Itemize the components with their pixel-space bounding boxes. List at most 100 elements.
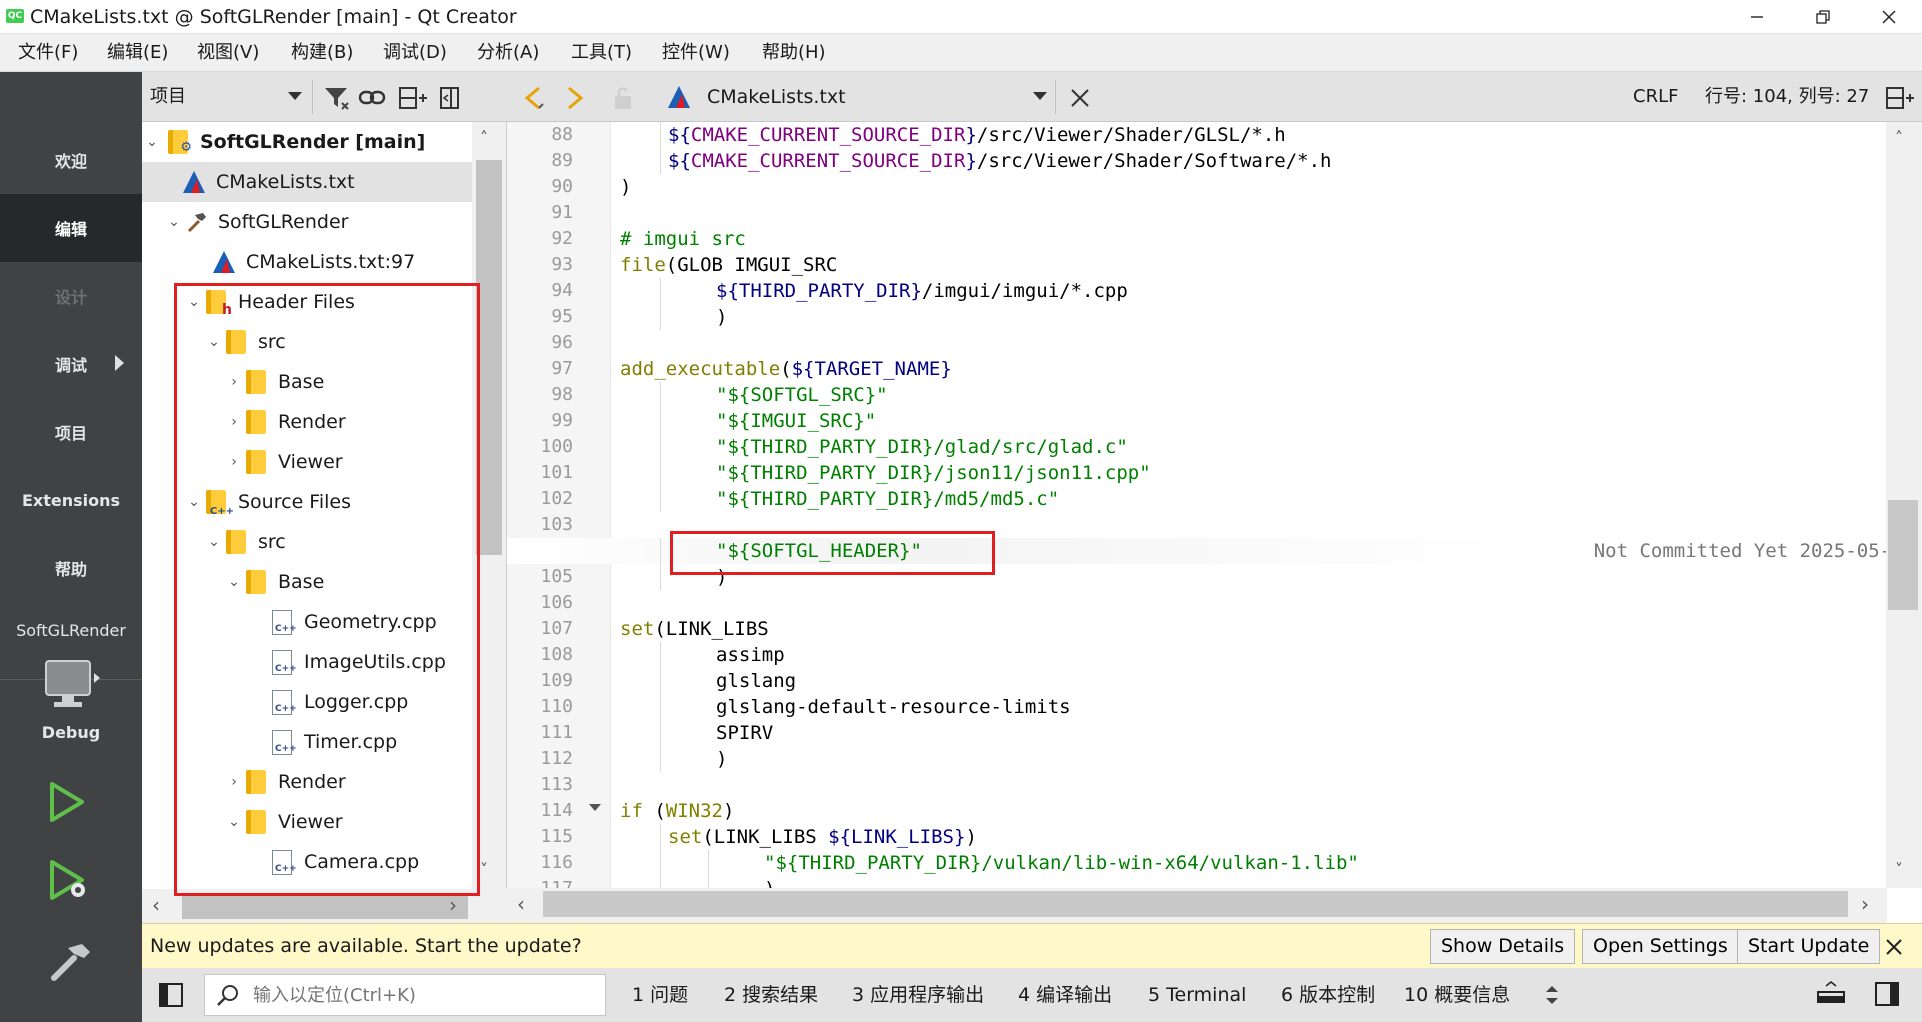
menu-tools[interactable]: 工具(T) (571, 34, 632, 72)
code-line[interactable]: "${IMGUI_SRC}" (507, 408, 1922, 434)
toggle-right-sidebar-icon[interactable] (1874, 981, 1902, 1009)
code-line[interactable]: "${SOFTGL_SRC}" (507, 382, 1922, 408)
close-icon[interactable] (1885, 938, 1903, 956)
tree-hscroll-thumb[interactable] (182, 893, 468, 919)
scroll-down-icon[interactable]: ˅ (480, 860, 488, 879)
scroll-right-icon[interactable]: › (1861, 892, 1869, 916)
close-document-icon[interactable] (1069, 87, 1091, 109)
code-line[interactable]: "${THIRD_PARTY_DIR}/md5/md5.c" (507, 486, 1922, 512)
lock-icon[interactable] (611, 85, 635, 111)
code-line[interactable]: glslang-default-resource-limits (507, 694, 1922, 720)
menu-build[interactable]: 构建(B) (291, 34, 353, 72)
tree-item-softglrender-target[interactable]: ⌄ SoftGLRender (142, 202, 472, 242)
start-update-button[interactable]: Start Update (1737, 929, 1881, 964)
code-line[interactable]: ${CMAKE_CURRENT_SOURCE_DIR}/src/Viewer/S… (507, 122, 1922, 148)
progress-details-icon[interactable] (1816, 980, 1846, 1010)
fold-marker-icon[interactable] (589, 804, 601, 811)
code-line[interactable]: ${THIRD_PARTY_DIR}/imgui/imgui/*.cpp (507, 278, 1922, 304)
current-file-selector[interactable]: CMakeLists.txt (707, 72, 846, 122)
mode-help[interactable]: 帮助 (0, 534, 142, 602)
tree-item-cmakelists[interactable]: CMakeLists.txt (142, 162, 472, 202)
menu-help[interactable]: 帮助(H) (762, 34, 826, 72)
pane-terminal[interactable]: 5 Terminal (1148, 968, 1246, 1022)
code-line[interactable]: add_executable(${TARGET_NAME} (507, 356, 1922, 382)
scroll-left-icon[interactable]: ‹ (517, 892, 525, 916)
code-line[interactable]: set(LINK_LIBS ${LINK_LIBS}) (507, 824, 1922, 850)
mode-projects[interactable]: 项目 (0, 398, 142, 466)
pane-version-control[interactable]: 6 版本控制 (1281, 968, 1375, 1022)
menu-edit[interactable]: 编辑(E) (107, 34, 168, 72)
forward-arrow-icon[interactable] (563, 84, 589, 112)
chevron-down-icon[interactable] (1033, 92, 1047, 100)
code-line[interactable]: if (WIN32) (507, 798, 1922, 824)
up-down-arrows-icon[interactable] (1542, 982, 1562, 1008)
menu-debug[interactable]: 调试(D) (383, 34, 447, 72)
chevron-down-icon[interactable]: ⌄ (142, 132, 162, 152)
locator-field[interactable] (204, 974, 606, 1016)
code-line[interactable]: ) (507, 304, 1922, 330)
cursor-position[interactable]: 行号: 104, 列号: 27 (1705, 72, 1869, 122)
code-line[interactable]: ) (507, 876, 1922, 888)
locator-input[interactable] (253, 975, 593, 1015)
code-line[interactable]: glslang (507, 668, 1922, 694)
code-line[interactable]: file(GLOB IMGUI_SRC (507, 252, 1922, 278)
mode-extensions[interactable]: Extensions (0, 466, 142, 534)
code-line[interactable]: SPIRV (507, 720, 1922, 746)
mode-welcome[interactable]: 欢迎 (0, 126, 142, 194)
mode-edit[interactable]: 编辑 (0, 194, 142, 262)
editor-scroll-thumb[interactable] (1888, 500, 1918, 610)
close-sidebar-icon[interactable] (438, 85, 462, 111)
close-window-button[interactable] (1856, 0, 1922, 34)
indent-guide (660, 486, 661, 512)
link-icon[interactable] (358, 86, 388, 110)
editor-hscroll-thumb[interactable] (543, 891, 1848, 917)
menu-file[interactable]: 文件(F) (18, 34, 78, 72)
toggle-sidebar-icon[interactable] (158, 982, 184, 1008)
pane-compile-output[interactable]: 4 编译输出 (1018, 968, 1112, 1022)
scroll-up-icon[interactable]: ˄ (480, 128, 488, 147)
run-button[interactable] (46, 780, 86, 828)
scroll-right-icon[interactable]: › (449, 893, 457, 917)
tree-item-project-root[interactable]: ⌄ ⚙ SoftGLRender [main] (142, 122, 472, 162)
tree-item-cmakelists-97[interactable]: CMakeLists.txt:97 (142, 242, 472, 282)
filter-icon[interactable] (322, 85, 352, 111)
minimize-button[interactable] (1724, 0, 1790, 34)
code-line[interactable]: "${THIRD_PARTY_DIR}/glad/src/glad.c" (507, 434, 1922, 460)
code-token: WIN32 (665, 800, 723, 822)
pane-general-messages[interactable]: 10 概要信息 (1404, 968, 1510, 1022)
kit-selector-button[interactable] (42, 657, 102, 717)
mode-debug[interactable]: 调试 (0, 330, 142, 398)
show-details-button[interactable]: Show Details (1430, 929, 1576, 964)
code-line[interactable]: "${THIRD_PARTY_DIR}/vulkan/lib-win-x64/v… (507, 850, 1922, 876)
code-line[interactable]: ${CMAKE_CURRENT_SOURCE_DIR}/src/Viewer/S… (507, 148, 1922, 174)
back-arrow-icon[interactable] (521, 84, 547, 112)
close-icon (1882, 10, 1896, 24)
scroll-left-icon[interactable]: ‹ (152, 893, 160, 917)
build-button[interactable] (48, 938, 94, 988)
code-line[interactable]: ) (507, 746, 1922, 772)
restore-button[interactable] (1790, 0, 1856, 34)
code-line[interactable]: ) (507, 174, 1922, 200)
code-line[interactable]: # imgui src (507, 226, 1922, 252)
projects-view-label[interactable]: 项目 (150, 72, 186, 122)
pane-issues[interactable]: 1 问题 (632, 968, 688, 1022)
line-ending-indicator[interactable]: CRLF (1633, 72, 1678, 122)
code-line[interactable]: "${THIRD_PARTY_DIR}/json11/json11.cpp" (507, 460, 1922, 486)
split-add-icon[interactable] (398, 85, 428, 111)
code-line[interactable]: assimp (507, 642, 1922, 668)
menu-analyze[interactable]: 分析(A) (477, 34, 539, 72)
menu-controls[interactable]: 控件(W) (662, 34, 730, 72)
scroll-up-icon[interactable]: ˄ (1895, 128, 1903, 147)
split-editor-icon[interactable] (1885, 85, 1915, 111)
pane-application-output[interactable]: 3 应用程序输出 (852, 968, 984, 1022)
debug-run-button[interactable] (46, 858, 92, 908)
pane-search-results[interactable]: 2 搜索结果 (724, 968, 818, 1022)
open-settings-button[interactable]: Open Settings (1582, 929, 1739, 964)
code-token: set (668, 826, 703, 848)
chevron-down-icon[interactable]: ⌄ (164, 212, 184, 232)
chevron-down-icon[interactable] (288, 92, 302, 100)
code-editor[interactable]: 8889909192939495969798991001011021031041… (507, 122, 1922, 888)
scroll-down-icon[interactable]: ˅ (1895, 860, 1903, 879)
menu-view[interactable]: 视图(V) (197, 34, 259, 72)
code-line[interactable]: set(LINK_LIBS (507, 616, 1922, 642)
